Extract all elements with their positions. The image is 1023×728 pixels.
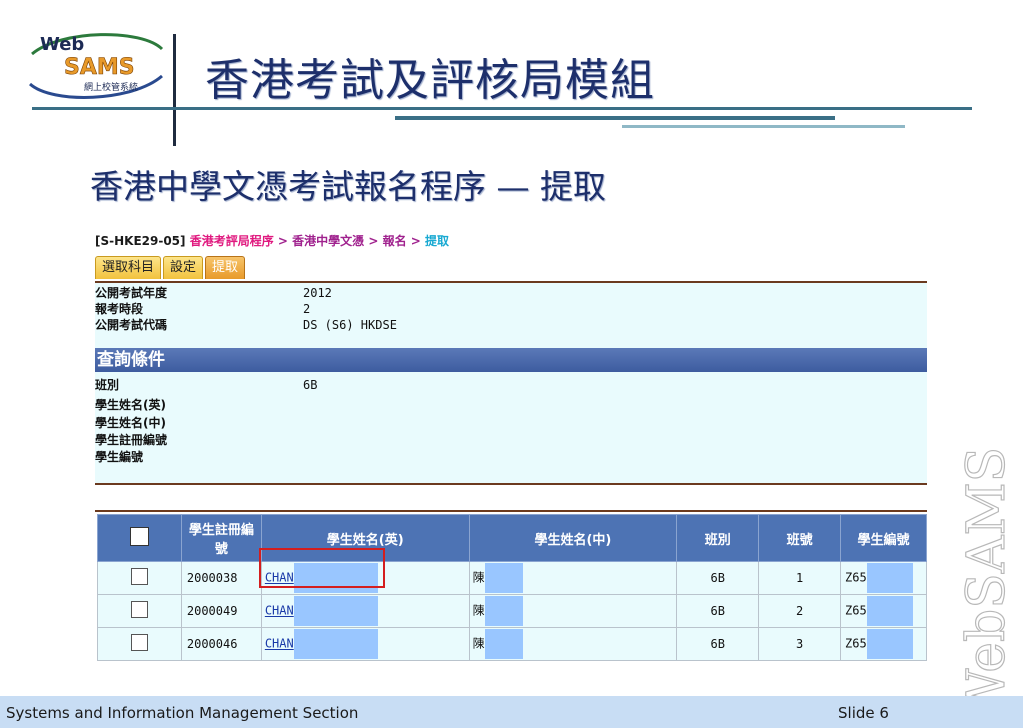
reg-no-cell: 2000038	[180, 561, 262, 595]
year-label: 公開考試年度	[95, 286, 168, 300]
class-no-cell: 3	[758, 627, 842, 661]
footer-section-name: Systems and Information Management Secti…	[6, 704, 359, 722]
redaction-block	[484, 563, 523, 593]
row-select-cell	[97, 627, 182, 661]
section-title: 香港中學文憑考試報名程序 — 提取	[90, 167, 606, 206]
table-header-row: 學生註冊編號 學生姓名(英) 學生姓名(中) 班別 班號 學生編號	[97, 514, 927, 562]
class-label: 班別	[95, 378, 120, 392]
reg-no-cell: 2000049	[180, 594, 262, 628]
student-no-cell: Z65	[840, 594, 927, 628]
class-no-cell: 2	[758, 594, 842, 628]
redaction-block	[866, 629, 913, 659]
col-name-zh[interactable]: 學生姓名(中)	[468, 514, 678, 562]
class-cell: 6B	[676, 627, 760, 661]
row-select-cell	[97, 561, 182, 595]
exam-code-value: DS (S6) HKDSE	[303, 318, 397, 332]
table-top-border	[95, 510, 927, 512]
row-select-cell	[97, 594, 182, 628]
table-row: 2000038 CHAN 陳 6B 1 Z65	[97, 561, 927, 595]
header-rule-accent	[395, 116, 835, 120]
name-zh-cell: 陳	[468, 594, 678, 628]
student-no-cell: Z65	[840, 561, 927, 595]
student-table: 學生註冊編號 學生姓名(英) 學生姓名(中) 班別 班號 學生編號 200003…	[97, 514, 927, 661]
student-no: Z65	[845, 570, 867, 585]
watermark-text: WebSAMS	[960, 447, 1017, 722]
name-en-cell: CHAN	[260, 594, 470, 628]
select-all-checkbox[interactable]	[129, 526, 149, 546]
col-student-no[interactable]: 學生編號	[840, 514, 927, 562]
class-value: 6B	[303, 378, 318, 392]
table-row: 2000049 CHAN 陳 6B 2 Z65	[97, 594, 927, 628]
criteria-panel: 公開考試年度 2012 報考時段 2 公開考試代碼 DS (S6) HKDSE …	[95, 281, 927, 485]
query-header: 查詢條件	[95, 348, 927, 372]
slide-title: 香港考試及評核局模組	[205, 55, 655, 106]
tab-select-subject[interactable]: 選取科目	[95, 256, 162, 279]
table-row: 2000046 CHAN 陳 6B 3 Z65	[97, 627, 927, 661]
row-checkbox[interactable]	[130, 568, 148, 585]
class-no-cell: 1	[758, 561, 842, 595]
col-class[interactable]: 班別	[676, 514, 760, 562]
student-name-zh: 陳	[472, 570, 485, 585]
tab-settings[interactable]: 設定	[163, 256, 204, 279]
student-name-link[interactable]: CHAN	[265, 637, 294, 651]
redaction-block	[484, 629, 523, 659]
websams-logo: Web SAMS 網上校管系統	[28, 33, 164, 99]
websams-watermark: WebSAMS	[960, 446, 1018, 723]
breadcrumb-hkdse[interactable]: 香港中學文憑	[292, 234, 364, 248]
redaction-block	[293, 629, 378, 659]
col-class-no[interactable]: 班號	[758, 514, 842, 562]
breadcrumb-code: [S-HKE29-05]	[95, 234, 186, 248]
name-en-cell: CHAN	[260, 627, 470, 661]
student-no-label: 學生編號	[95, 450, 144, 464]
breadcrumb-register[interactable]: 報名	[383, 234, 407, 248]
student-name-link[interactable]: CHAN	[265, 604, 294, 618]
logo-web-text: Web	[40, 34, 84, 55]
breadcrumb-sep: >	[273, 234, 293, 248]
name-en-label: 學生姓名(英)	[95, 398, 166, 412]
reg-no-label: 學生註冊編號	[95, 433, 168, 447]
breadcrumb-hkeaa[interactable]: 香港考評局程序	[190, 234, 274, 248]
student-name-zh: 陳	[472, 603, 485, 618]
breadcrumb: [S-HKE29-05] 香港考評局程序 > 香港中學文憑 > 報名 > 提取	[95, 232, 449, 249]
exam-code-label: 公開考試代碼	[95, 318, 168, 332]
phase-label: 報考時段	[95, 302, 144, 316]
breadcrumb-sep: >	[406, 234, 426, 248]
footer-bar: Systems and Information Management Secti…	[0, 696, 1023, 728]
select-all-cell	[97, 514, 182, 562]
col-reg-no[interactable]: 學生註冊編號	[180, 514, 262, 562]
name-zh-label: 學生姓名(中)	[95, 416, 166, 430]
highlight-box	[259, 548, 385, 588]
slide-number: Slide 6	[838, 704, 889, 722]
reg-no-cell: 2000046	[180, 627, 262, 661]
redaction-block	[293, 596, 378, 626]
redaction-block	[866, 563, 913, 593]
class-cell: 6B	[676, 594, 760, 628]
student-name-zh: 陳	[472, 636, 485, 651]
redaction-block	[484, 596, 523, 626]
class-cell: 6B	[676, 561, 760, 595]
header-rule-light	[622, 125, 905, 128]
header-rule	[32, 107, 972, 110]
tab-extract[interactable]: 提取	[205, 256, 246, 279]
name-zh-cell: 陳	[468, 627, 678, 661]
title-divider	[173, 34, 176, 146]
student-no: Z65	[845, 636, 867, 651]
redaction-block	[866, 596, 913, 626]
breadcrumb-sep: >	[364, 234, 383, 248]
student-no: Z65	[845, 603, 867, 618]
year-value: 2012	[303, 286, 332, 300]
logo-sams-text: SAMS	[64, 55, 135, 80]
tab-bar: 選取科目 設定 提取	[95, 256, 247, 279]
row-checkbox[interactable]	[130, 634, 148, 651]
logo-sub-text: 網上校管系統	[84, 81, 138, 93]
phase-value: 2	[303, 302, 311, 316]
student-no-cell: Z65	[840, 627, 927, 661]
name-zh-cell: 陳	[468, 561, 678, 595]
breadcrumb-extract: 提取	[425, 234, 450, 248]
row-checkbox[interactable]	[130, 601, 148, 618]
